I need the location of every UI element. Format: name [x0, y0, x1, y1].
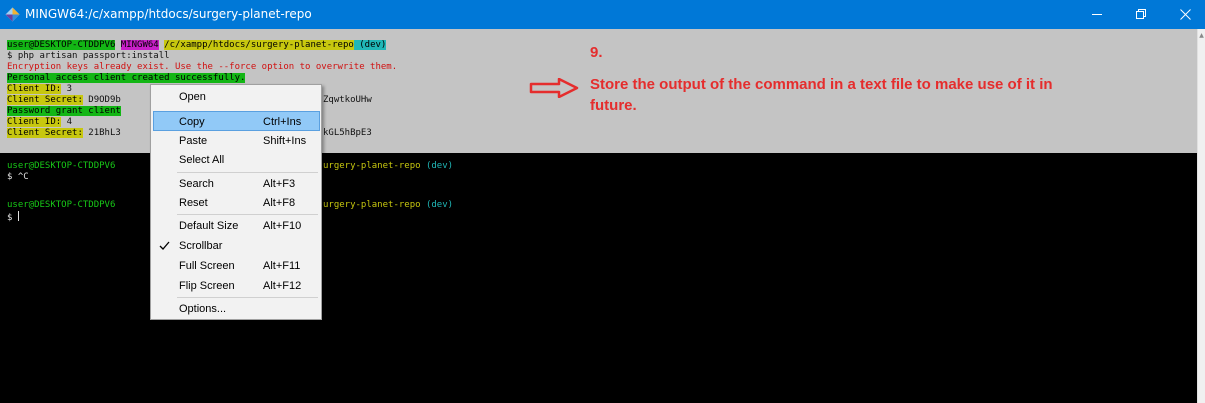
client-id-line-2: Client ID: 4: [7, 117, 72, 128]
menu-separator: [177, 172, 318, 173]
minimize-icon: [1092, 14, 1102, 15]
menu-item-copy[interactable]: Copy Ctrl+Ins: [153, 111, 320, 131]
ctrl-c-line: $ ^C: [7, 172, 29, 182]
prompt-env: MINGW64: [120, 40, 159, 50]
menu-item-default-size[interactable]: Default Size Alt+F10: [153, 216, 320, 236]
menu-separator: [177, 297, 318, 298]
label: Client ID:: [7, 84, 62, 94]
value: 4: [61, 117, 73, 127]
value: D9OD9b: [82, 95, 121, 105]
menu-item-search[interactable]: Search Alt+F3: [153, 174, 320, 194]
prompt-line-2-path: urgery-planet-repo (dev): [323, 161, 453, 172]
prompt-branch: (dev): [353, 40, 387, 50]
menu-item-select-all[interactable]: Select All: [153, 150, 320, 170]
menu-item-shortcut: Alt+F10: [263, 220, 302, 232]
prompt-branch: (dev): [420, 161, 454, 171]
menu-separator: [177, 214, 318, 215]
menu-item-label: Full Screen: [179, 260, 235, 272]
value: 21BhL3: [82, 128, 121, 138]
label: Client ID:: [7, 117, 62, 127]
client-secret-line-1: Client Secret: D9OD9b: [7, 95, 121, 106]
client-secret-line-2: Client Secret: 21BhL3: [7, 128, 121, 139]
menu-item-open[interactable]: Open: [153, 87, 320, 107]
menu-item-label: Copy: [179, 116, 205, 128]
menu-item-scrollbar[interactable]: Scrollbar: [153, 236, 320, 256]
menu-item-shortcut: Alt+F8: [263, 197, 296, 209]
menu-item-label: Options...: [179, 303, 227, 315]
password-grant-line: Password grant client: [7, 106, 121, 117]
checkmark-icon: [159, 241, 170, 250]
label: Client Secret:: [7, 95, 83, 105]
text-cursor: [17, 211, 19, 221]
warning-line: Encryption keys already exist. Use the -…: [7, 62, 398, 72]
menu-item-label: Open: [179, 91, 206, 103]
prompt-path: /c/xampp/htdocs/surgery-planet-repo: [164, 40, 354, 50]
value: 3: [61, 84, 73, 94]
client-secret-tail-1: ZqwtkoUHw: [323, 95, 372, 105]
menu-item-paste[interactable]: Paste Shift+Ins: [153, 131, 320, 151]
prompt-path: urgery-planet-repo: [323, 161, 421, 171]
context-menu: Open Copy Ctrl+Ins Paste Shift+Ins Select …: [150, 84, 322, 320]
menu-item-shortcut: Shift+Ins: [263, 135, 307, 147]
menu-item-label: Reset: [179, 197, 208, 209]
info-text: Personal access client created successfu…: [7, 73, 246, 83]
prompt-line-1: user@DESKTOP-CTDDPV6 MINGW64 /c/xampp/ht…: [7, 40, 387, 51]
menu-item-label: Scrollbar: [179, 240, 223, 252]
minimize-button[interactable]: [1075, 0, 1121, 29]
menu-item-options[interactable]: Options...: [153, 299, 320, 319]
menu-item-shortcut: Alt+F11: [263, 260, 301, 272]
scroll-up-icon[interactable]: ▲: [1198, 33, 1205, 39]
menu-item-label: Default Size: [179, 220, 239, 232]
prompt-line-3-user: user@DESKTOP-CTDDPV6: [7, 200, 116, 210]
maximize-button[interactable]: [1119, 0, 1165, 29]
title-bar[interactable]: MINGW64:/c/xampp/htdocs/surgery-planet-r…: [0, 0, 1205, 29]
prompt-line-2-user: user@DESKTOP-CTDDPV6: [7, 161, 116, 171]
menu-item-label: Flip Screen: [179, 280, 235, 292]
menu-item-full-screen[interactable]: Full Screen Alt+F11: [153, 256, 320, 276]
label: Client Secret:: [7, 128, 83, 138]
info-text: Password grant client: [7, 106, 121, 116]
personal-access-line: Personal access client created successfu…: [7, 73, 246, 84]
command-line: $ php artisan passport:install: [7, 51, 170, 61]
restore-icon: [1136, 9, 1146, 19]
mingw-diamond-icon: [5, 7, 20, 22]
prompt-sep: [115, 40, 120, 50]
prompt-path: urgery-planet-repo: [323, 200, 421, 210]
close-button[interactable]: [1163, 0, 1205, 29]
menu-item-shortcut: Alt+F3: [263, 178, 296, 190]
prompt-symbol: $: [7, 213, 18, 223]
menu-item-label: Paste: [179, 135, 208, 147]
vertical-scrollbar[interactable]: ▲: [1197, 29, 1205, 403]
client-secret-tail-2: kGL5hBpE3: [323, 128, 372, 138]
client-id-line-1: Client ID: 3: [7, 84, 72, 95]
prompt-line-3-path: urgery-planet-repo (dev): [323, 200, 453, 211]
menu-item-label: Select All: [179, 154, 225, 166]
menu-item-label: Search: [179, 178, 214, 190]
menu-item-reset[interactable]: Reset Alt+F8: [153, 193, 320, 213]
prompt-branch: (dev): [420, 200, 454, 210]
prompt-user: user@DESKTOP-CTDDPV6: [7, 40, 116, 50]
input-line[interactable]: $: [7, 211, 19, 223]
window-title: MINGW64:/c/xampp/htdocs/surgery-planet-r…: [25, 7, 312, 21]
menu-item-shortcut: Alt+F12: [263, 280, 302, 292]
menu-item-flip-screen[interactable]: Flip Screen Alt+F12: [153, 276, 320, 296]
menu-item-shortcut: Ctrl+Ins: [263, 116, 302, 128]
close-icon: [1180, 9, 1191, 20]
